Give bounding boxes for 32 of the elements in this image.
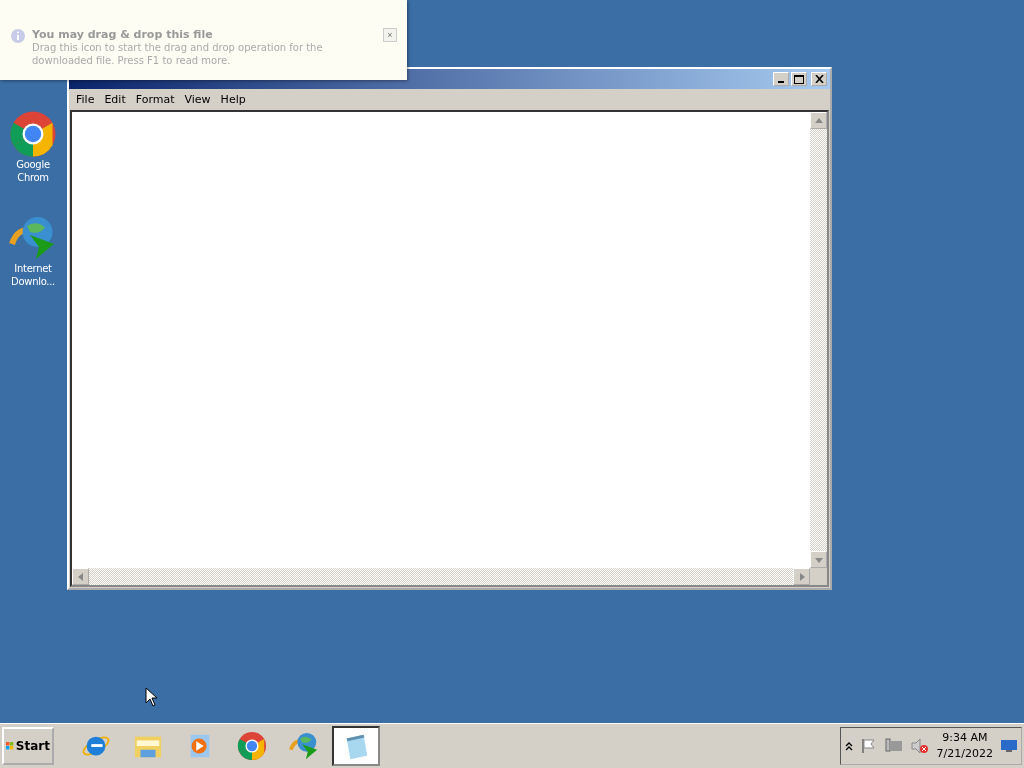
menu-item[interactable]: File	[71, 92, 100, 106]
chevron-up-icon[interactable]	[844, 741, 853, 751]
flag-icon[interactable]	[860, 738, 877, 754]
chrome-logo-icon	[9, 110, 57, 158]
notification-title: You may drag & drop this file	[32, 28, 214, 41]
muted-speaker-icon[interactable]	[910, 738, 929, 754]
menu-item[interactable]: Format	[130, 92, 180, 106]
close-icon	[814, 75, 824, 83]
maximize-button[interactable]	[791, 72, 807, 86]
close-button[interactable]: ×	[383, 28, 397, 42]
desktop-icon-label[interactable]: Google Chrom	[1, 158, 65, 184]
vertical-scrollbar[interactable]	[810, 112, 827, 568]
info-icon	[10, 28, 26, 44]
menu-item[interactable]: Help	[215, 92, 251, 106]
chrome-logo-icon	[237, 731, 267, 761]
maximize-icon	[794, 74, 804, 84]
desktop-icon-label[interactable]: Internet Downlo...	[1, 262, 65, 288]
minimize-button[interactable]	[773, 72, 789, 86]
mouse-pointer-icon	[145, 687, 157, 707]
start-button[interactable]: Start	[2, 727, 54, 765]
notification-message: Drag this icon to start the drag and drop operation for the downloaded file. Press F1 to read more.	[32, 41, 324, 67]
menu-item[interactable]: View	[179, 92, 216, 106]
show-desktop-icon[interactable]	[1001, 739, 1017, 753]
clock-time: 9:34 AM	[942, 730, 988, 746]
resize-grip[interactable]	[810, 568, 827, 585]
clock[interactable]: 9:34 AM 7/21/2022	[936, 730, 993, 762]
clock-date: 7/21/2022	[936, 746, 993, 762]
globe-arrow-icon	[289, 731, 319, 761]
taskbar-button[interactable]	[332, 726, 380, 766]
menu-item[interactable]: Edit	[99, 92, 131, 106]
horizontal-scrollbar[interactable]	[72, 568, 810, 585]
close-button[interactable]	[811, 72, 827, 86]
